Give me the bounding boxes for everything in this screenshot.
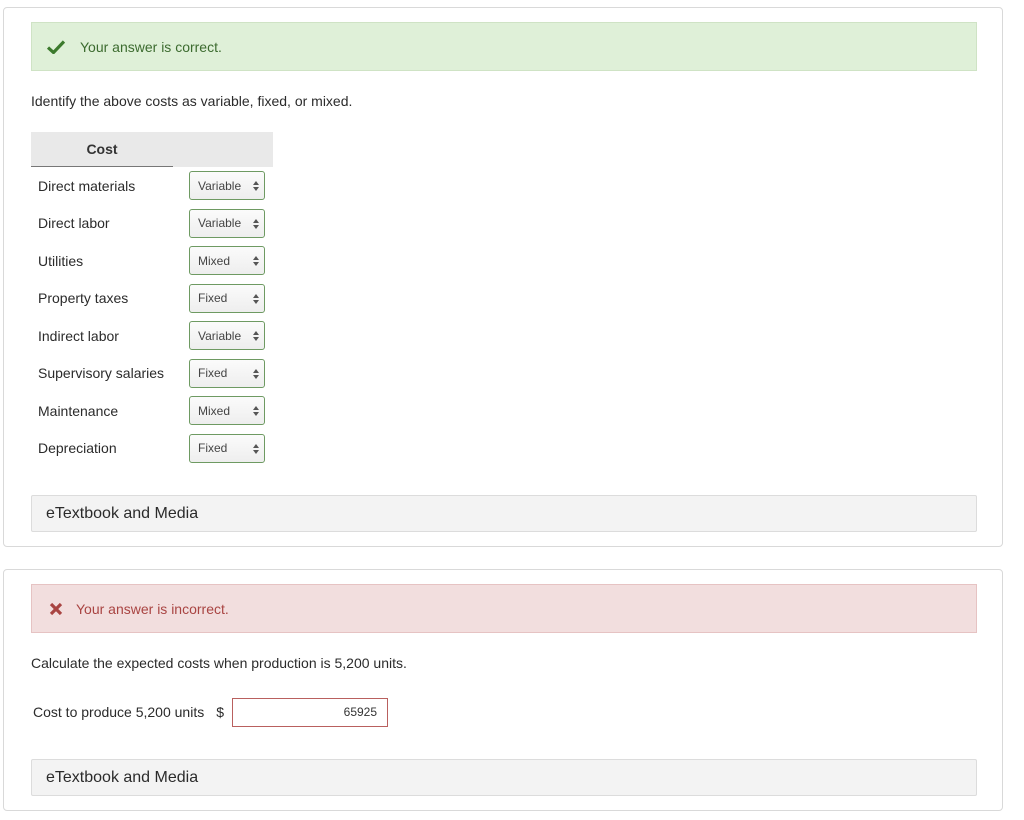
incorrect-feedback-text: Your answer is incorrect. bbox=[76, 601, 229, 617]
question-text-2: Calculate the expected costs when produc… bbox=[31, 655, 407, 671]
cost-type-value: Mixed bbox=[198, 404, 230, 418]
cost-type-value: Mixed bbox=[198, 254, 230, 268]
up-down-arrows-icon bbox=[253, 293, 259, 305]
cost-answer-input[interactable]: 65925 bbox=[232, 698, 388, 727]
table-row: Utilities Mixed bbox=[31, 242, 273, 280]
table-row: Property taxes Fixed bbox=[31, 280, 273, 318]
up-down-arrows-icon bbox=[253, 255, 259, 267]
table-row: Maintenance Mixed bbox=[31, 392, 273, 430]
cost-classification-table: Cost Direct materialsVariableDirect labo… bbox=[31, 132, 273, 467]
cost-type-value: Variable bbox=[198, 216, 241, 230]
up-down-arrows-icon bbox=[253, 180, 259, 192]
cost-type-select[interactable]: Mixed bbox=[189, 246, 265, 275]
question-text-1: Identify the above costs as variable, fi… bbox=[31, 93, 352, 109]
question-part-1: Your answer is correct. Identify the abo… bbox=[3, 7, 1003, 547]
answer-label: Cost to produce 5,200 units bbox=[33, 704, 204, 720]
cost-name: Property taxes bbox=[38, 280, 128, 318]
table-row: Depreciation Fixed bbox=[31, 430, 273, 468]
cost-name: Utilities bbox=[38, 242, 83, 280]
cost-type-select[interactable]: Variable bbox=[189, 209, 265, 238]
cost-type-select[interactable]: Variable bbox=[189, 321, 265, 350]
table-row: Direct materials Variable bbox=[31, 167, 273, 205]
up-down-arrows-icon bbox=[253, 405, 259, 417]
cost-type-value: Variable bbox=[198, 329, 241, 343]
etextbook-media-button[interactable]: eTextbook and Media bbox=[31, 495, 977, 532]
incorrect-feedback-banner: Your answer is incorrect. bbox=[31, 584, 977, 633]
cost-type-select[interactable]: Mixed bbox=[189, 396, 265, 425]
correct-feedback-text: Your answer is correct. bbox=[80, 39, 222, 55]
up-down-arrows-icon bbox=[253, 218, 259, 230]
currency-symbol: $ bbox=[216, 704, 224, 720]
answer-row: Cost to produce 5,200 units $ 65925 bbox=[33, 697, 388, 727]
cost-type-value: Variable bbox=[198, 179, 241, 193]
up-down-arrows-icon bbox=[253, 330, 259, 342]
x-icon bbox=[46, 599, 66, 619]
cost-name: Direct materials bbox=[38, 167, 135, 205]
cost-name: Direct labor bbox=[38, 205, 110, 243]
cost-name: Maintenance bbox=[38, 392, 118, 430]
up-down-arrows-icon bbox=[253, 368, 259, 380]
checkmark-icon bbox=[46, 37, 66, 57]
cost-name: Indirect labor bbox=[38, 317, 119, 355]
cost-type-value: Fixed bbox=[198, 441, 227, 455]
cost-type-select[interactable]: Fixed bbox=[189, 284, 265, 313]
cost-name: Supervisory salaries bbox=[38, 355, 164, 393]
up-down-arrows-icon bbox=[253, 443, 259, 455]
table-row: Direct labor Variable bbox=[31, 205, 273, 243]
correct-feedback-banner: Your answer is correct. bbox=[31, 22, 977, 71]
table-header: Cost bbox=[31, 132, 273, 167]
cost-name: Depreciation bbox=[38, 430, 117, 468]
cost-type-value: Fixed bbox=[198, 366, 227, 380]
table-row: Indirect labor Variable bbox=[31, 317, 273, 355]
cost-type-value: Fixed bbox=[198, 291, 227, 305]
cost-type-select[interactable]: Variable bbox=[189, 171, 265, 200]
cost-type-select[interactable]: Fixed bbox=[189, 434, 265, 463]
question-part-2: Your answer is incorrect. Calculate the … bbox=[3, 569, 1003, 811]
cost-column-header: Cost bbox=[31, 132, 173, 167]
etextbook-media-button[interactable]: eTextbook and Media bbox=[31, 759, 977, 796]
table-row: Supervisory salaries Fixed bbox=[31, 355, 273, 393]
cost-type-select[interactable]: Fixed bbox=[189, 359, 265, 388]
